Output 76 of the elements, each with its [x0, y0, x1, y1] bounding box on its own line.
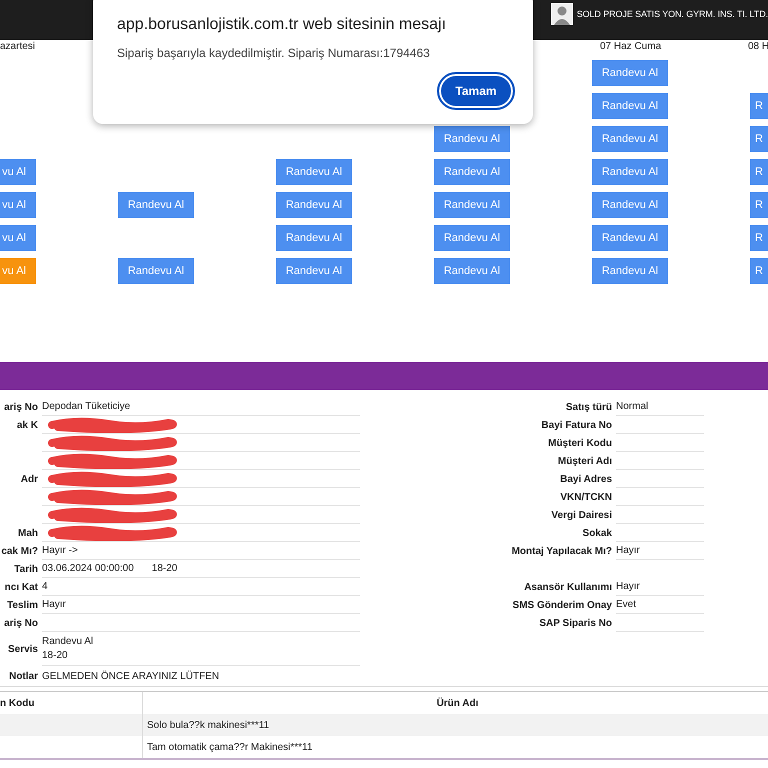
appointment-button[interactable]: Randevu Al — [592, 159, 668, 185]
field-label: Servis — [8, 644, 38, 654]
field-label: VKN/TCKN — [560, 492, 612, 502]
appointment-button[interactable]: Randevu Al — [276, 225, 352, 251]
appointment-button[interactable]: Randevu Al — [434, 126, 510, 152]
appointment-button[interactable]: Randevu Al — [592, 192, 668, 218]
field-value: 03.06.2024 00:00:00 — [42, 563, 134, 574]
avatar-icon — [550, 3, 573, 25]
field-label: cak Mı? — [1, 546, 38, 556]
field-label: Bayi Fatura No — [541, 420, 612, 430]
field-label: Müşteri Kodu — [548, 438, 612, 448]
appointment-button[interactable]: Randevu Al — [592, 93, 668, 119]
appointment-button[interactable]: vu Al — [0, 225, 36, 251]
table-cell: Tam otomatik çama??r Makinesi***11 — [147, 742, 312, 752]
field-label: Mah — [18, 528, 38, 538]
appointment-button[interactable]: Randevu Al — [118, 192, 194, 218]
appointment-button[interactable]: R — [750, 225, 768, 251]
field-label: Müşteri Adı — [558, 456, 612, 466]
appointment-button[interactable]: vu Al — [0, 192, 36, 218]
table-cell: Solo bula??k makinesi***11 — [147, 720, 270, 730]
field-value: Depodan Tüketiciye — [42, 401, 130, 412]
day-header: 07 Haz Cuma — [599, 41, 662, 52]
field-value: Normal — [616, 401, 648, 412]
field-label: Notlar — [9, 670, 38, 682]
appointment-button[interactable]: vu Al — [0, 159, 36, 185]
field-label: ariş No — [4, 402, 38, 412]
field-label: ak K — [16, 420, 38, 430]
field-label: Montaj Yapılacak Mı? — [512, 546, 612, 556]
appointment-button[interactable]: Randevu Al — [434, 192, 510, 218]
appointment-button[interactable]: R — [750, 258, 768, 284]
appointment-button[interactable]: vu Al — [0, 258, 36, 284]
appointment-button[interactable]: Randevu Al — [592, 225, 668, 251]
field-label: Sokak — [582, 528, 612, 538]
dialog-message: Sipariş başarıyla kaydedilmiştir. Sipariş Numarası:1794463 — [117, 46, 431, 60]
appointment-button[interactable]: R — [750, 159, 768, 185]
appointment-button[interactable]: Randevu Al — [276, 258, 352, 284]
field-label: ariş No — [4, 618, 38, 628]
field-label: Tarih — [14, 564, 38, 574]
appointment-button[interactable]: Randevu Al — [592, 258, 668, 284]
ok-button[interactable]: Tamam — [437, 72, 515, 110]
appointment-button[interactable]: Randevu Al — [276, 192, 352, 218]
appointment-button[interactable]: Randevu Al — [592, 60, 668, 86]
field-value: Randevu Al — [42, 636, 94, 647]
appointment-button[interactable]: Randevu Al — [434, 225, 510, 251]
appointment-button[interactable]: R — [750, 192, 768, 218]
time-slot: 18-20 — [42, 650, 360, 661]
field-label: SAP Siparis No — [539, 618, 612, 628]
field-label: Satış türü — [566, 402, 612, 412]
field-label: Bayi Adres — [560, 474, 612, 484]
dialog-title: app.borusanlojistik.com.tr web sitesinin mesajı — [117, 16, 448, 34]
field-label: Teslim — [7, 600, 38, 610]
user-name: SOLD PROJE SATIS YON. GYRM. INS. TI. LTD. — [576, 9, 768, 19]
day-header: azartesi — [0, 41, 36, 52]
field-label: SMS Gönderim Onay — [512, 600, 612, 610]
appointment-button[interactable]: Randevu Al — [434, 159, 510, 185]
field-value: Evet — [616, 599, 636, 610]
field-value: Hayır -> — [42, 545, 78, 556]
appointment-button[interactable]: Randevu Al — [118, 258, 194, 284]
appointment-button[interactable]: Randevu Al — [592, 126, 668, 152]
column-header: n Kodu — [0, 698, 34, 708]
column-header: Ürün Adı — [436, 698, 478, 708]
field-label: Vergi Dairesi — [551, 510, 612, 520]
appointment-button[interactable]: R — [750, 93, 768, 119]
field-value: Hayır — [616, 545, 640, 556]
appointment-button[interactable]: Randevu Al — [434, 258, 510, 284]
appointment-button[interactable]: Randevu Al — [276, 159, 352, 185]
field-value: GELMEDEN ÖNCE ARAYINIZ LÜTFEN — [42, 670, 220, 682]
field-label: Adr — [20, 474, 38, 484]
day-header: 08 H — [748, 41, 768, 52]
field-value: Hayır — [616, 581, 640, 592]
field-label: ncı Kat — [4, 582, 38, 592]
field-value: Hayır — [42, 599, 66, 610]
field-value: 4 — [42, 581, 48, 592]
appointment-button[interactable]: R — [750, 126, 768, 152]
time-slot: 18-20 — [152, 563, 178, 574]
field-label: Asansör Kullanımı — [524, 582, 612, 592]
